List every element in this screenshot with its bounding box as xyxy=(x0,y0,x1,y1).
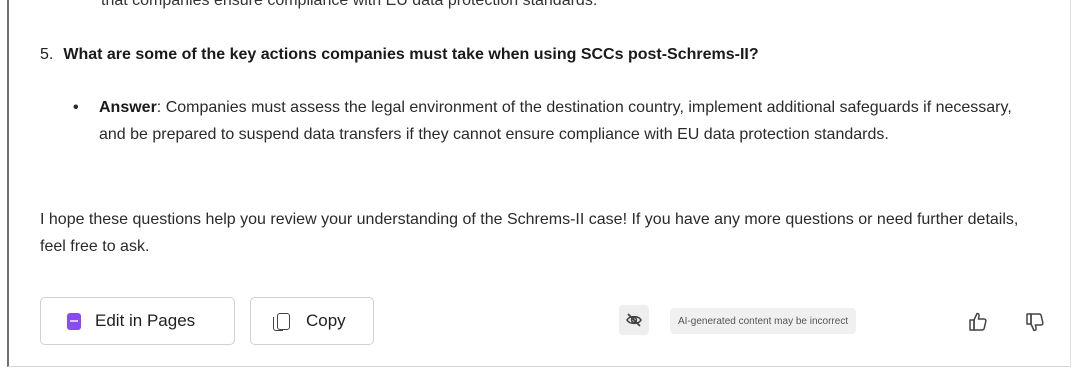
copy-button[interactable]: Copy xyxy=(250,297,374,345)
pages-icon xyxy=(67,312,81,330)
question-number: 5. xyxy=(40,46,54,63)
copy-icon xyxy=(273,312,290,331)
edit-in-pages-button[interactable]: Edit in Pages xyxy=(40,297,235,345)
answer-body: Answer: Companies must assess the legal … xyxy=(99,94,1017,148)
edit-in-pages-label: Edit in Pages xyxy=(95,311,196,330)
answer-bullet: • xyxy=(73,99,79,116)
answer-item: • Answer: Companies must assess the lega… xyxy=(73,94,1017,148)
ai-disclaimer-badge: AI-generated content may be incorrect xyxy=(670,308,857,334)
thumbs-up-icon[interactable] xyxy=(964,308,992,336)
chat-response-panel: that companies ensure compliance with EU… xyxy=(7,0,1071,367)
eye-slash-icon[interactable] xyxy=(619,305,649,335)
thumbs-down-graphic xyxy=(1026,313,1044,332)
thumbs-down-icon[interactable] xyxy=(1021,308,1049,336)
eye-slash-graphic xyxy=(626,313,642,327)
thumbs-up-graphic xyxy=(969,312,987,331)
closing-paragraph: I hope these questions help you review y… xyxy=(40,211,1019,255)
answer-text: : Companies must assess the legal enviro… xyxy=(99,99,1012,143)
answer-label: Answer xyxy=(99,99,157,116)
previous-answer-fragment: that companies ensure compliance with EU… xyxy=(101,0,598,9)
question-text: What are some of the key actions compani… xyxy=(63,46,759,63)
copy-label: Copy xyxy=(306,311,346,330)
question-item: 5. What are some of the key actions comp… xyxy=(40,46,759,64)
